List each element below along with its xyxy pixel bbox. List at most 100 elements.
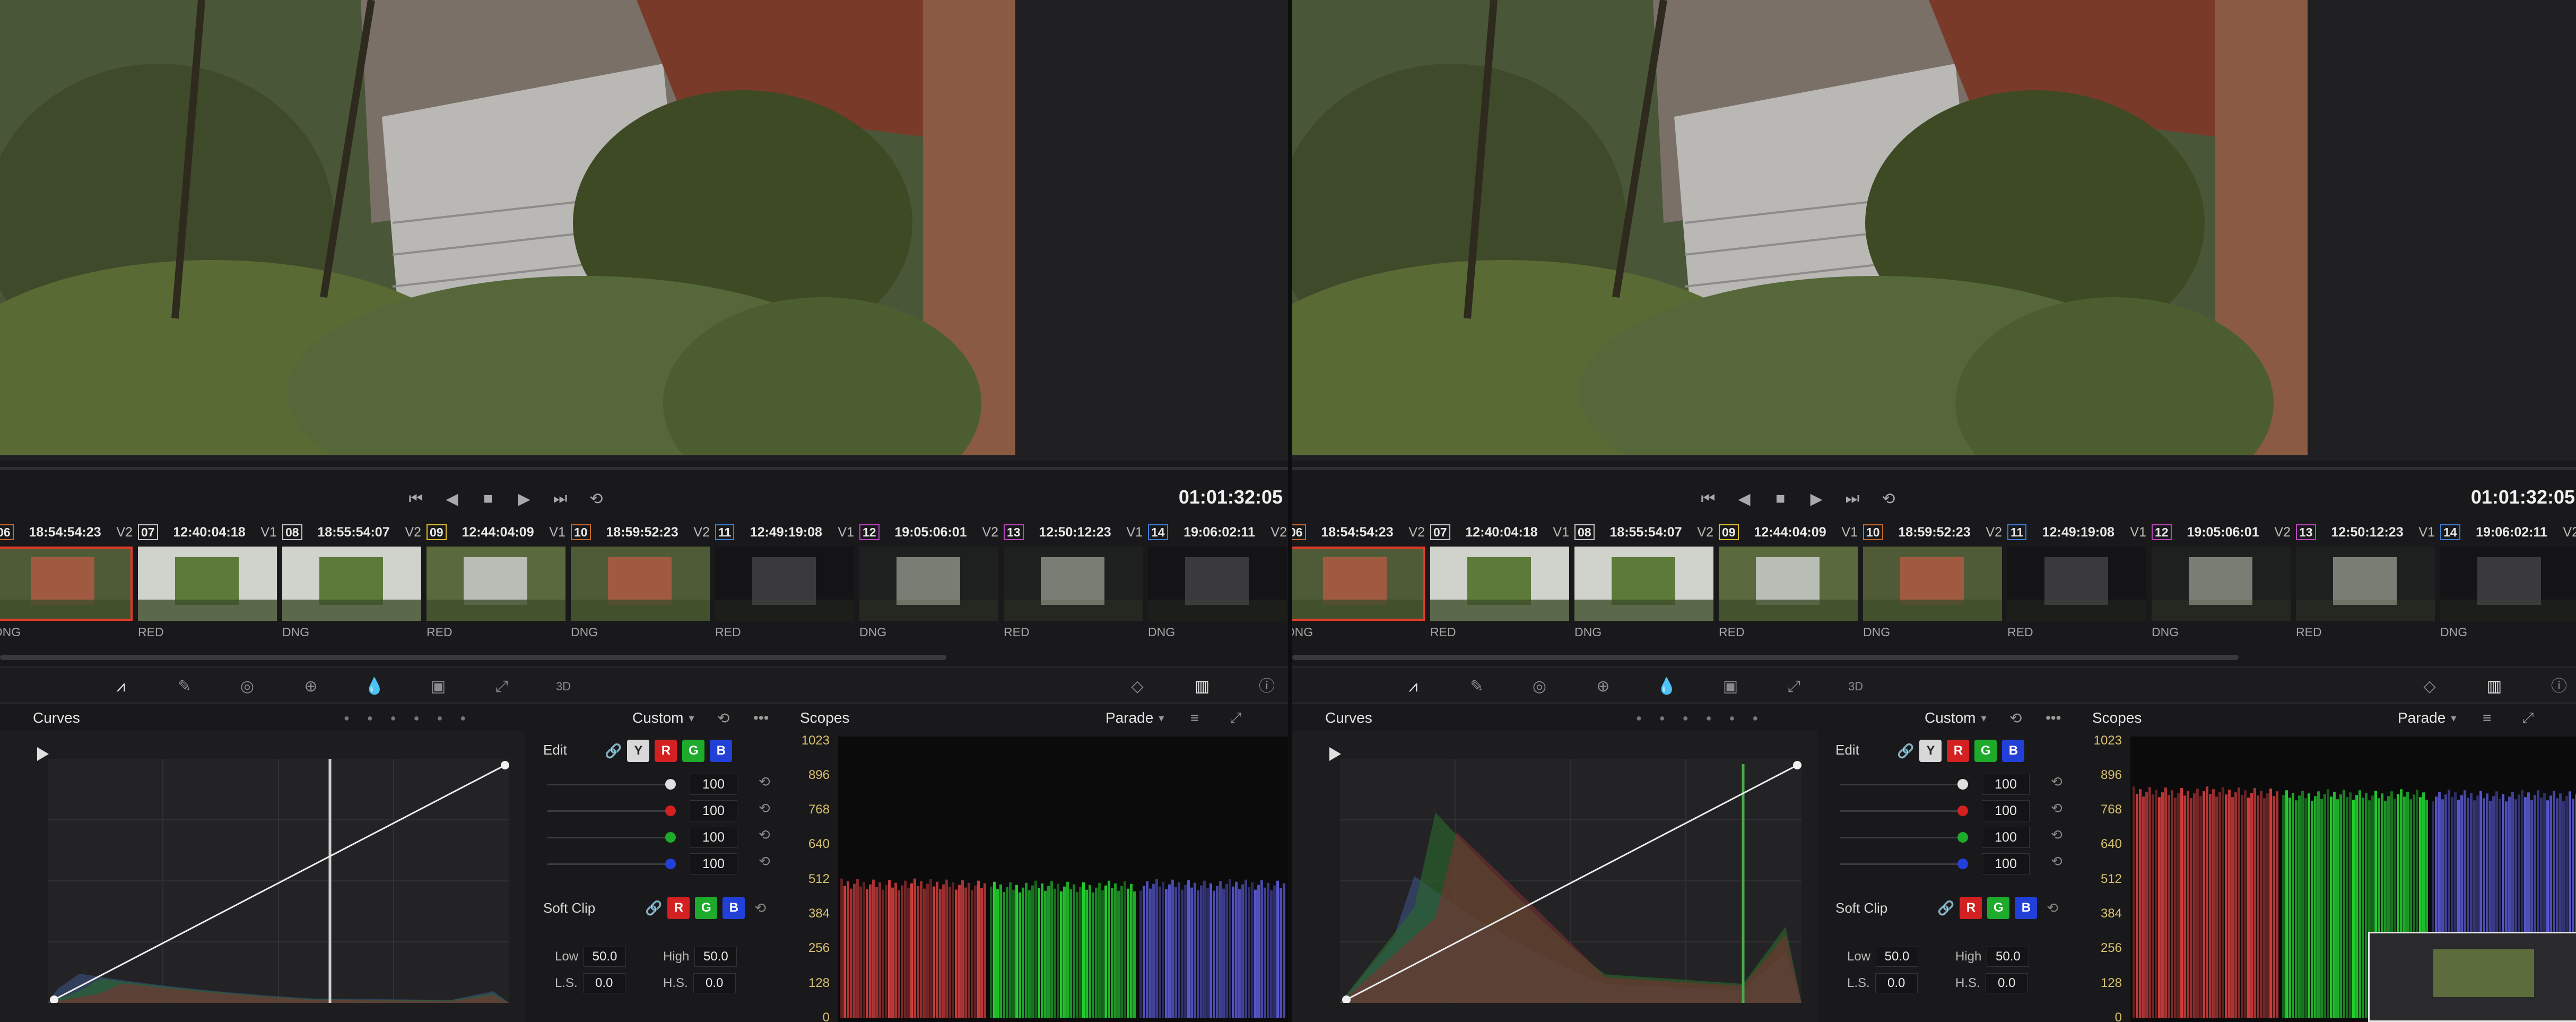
low-field[interactable]: 50.0 bbox=[584, 947, 626, 967]
intensity-r-slider[interactable]: 100 ⟲ bbox=[1840, 800, 2062, 821]
low-field[interactable]: 50.0 bbox=[1876, 947, 1919, 967]
scope-mode-dropdown[interactable]: Parade ▾ bbox=[2398, 705, 2456, 731]
intensity-r-value[interactable]: 100 bbox=[690, 800, 737, 821]
keyframes-icon[interactable]: ◇ bbox=[1126, 675, 1149, 698]
3d-icon[interactable]: 3D bbox=[552, 675, 575, 698]
sizing-icon[interactable]: ⤢ bbox=[490, 675, 514, 698]
stop-icon[interactable]: ■ bbox=[1768, 486, 1793, 512]
scope-settings-icon[interactable]: ≡ bbox=[2483, 705, 2491, 731]
soft-clip-g-toggle[interactable]: G bbox=[1987, 897, 2010, 919]
high-field[interactable]: 50.0 bbox=[694, 947, 737, 967]
high-soft-field[interactable]: 0.0 bbox=[1985, 973, 2028, 993]
reset-g-icon[interactable]: ⟲ bbox=[2051, 827, 2062, 843]
intensity-g-slider[interactable]: 100 ⟲ bbox=[1840, 827, 2062, 848]
high-field[interactable]: 50.0 bbox=[1987, 947, 2030, 967]
reset-icon[interactable]: ⟲ bbox=[2009, 705, 2022, 731]
curves-page-dots[interactable]: ● ● ● ● ● ● bbox=[1636, 705, 1765, 731]
channel-g-toggle[interactable]: G bbox=[682, 740, 705, 762]
stop-icon[interactable]: ■ bbox=[475, 486, 501, 512]
play-icon[interactable]: ▶ bbox=[511, 486, 537, 512]
intensity-b-value[interactable]: 100 bbox=[1982, 853, 2030, 874]
clip-thumbnail[interactable]: 06 18:54:54:23 V2 DNG bbox=[1292, 523, 1429, 664]
viewer-scrubber[interactable] bbox=[0, 467, 1288, 470]
scopes-icon[interactable]: ▥ bbox=[1190, 675, 1214, 698]
intensity-y-slider[interactable]: 100 ⟲ bbox=[1840, 774, 2062, 795]
reset-b-icon[interactable]: ⟲ bbox=[2051, 853, 2062, 870]
clip-thumbnail[interactable]: 11 12:49:19:08 V1 RED bbox=[715, 523, 858, 664]
loop-icon[interactable]: ⟲ bbox=[1876, 486, 1901, 512]
high-soft-field[interactable]: 0.0 bbox=[693, 973, 736, 993]
info-icon[interactable]: ⓘ bbox=[2547, 675, 2571, 698]
curve-white-point[interactable] bbox=[1793, 761, 1802, 769]
keyframes-icon[interactable]: ◇ bbox=[2418, 675, 2441, 698]
reset-r-icon[interactable]: ⟲ bbox=[759, 800, 770, 817]
soft-clip-r-toggle[interactable]: R bbox=[1960, 897, 1982, 919]
reset-y-icon[interactable]: ⟲ bbox=[759, 774, 770, 790]
tracker-icon[interactable]: ⊕ bbox=[1591, 675, 1615, 698]
go-to-start-icon[interactable]: ⏮ bbox=[403, 486, 429, 512]
intensity-y-slider[interactable]: 100 ⟲ bbox=[547, 774, 770, 795]
key-icon[interactable]: ▣ bbox=[1719, 675, 1742, 698]
soft-clip-b-toggle[interactable]: B bbox=[2015, 897, 2038, 919]
reset-b-icon[interactable]: ⟲ bbox=[759, 853, 770, 870]
soft-clip-link-icon[interactable]: 🔗 bbox=[1937, 900, 1954, 916]
reset-r-icon[interactable]: ⟲ bbox=[2051, 800, 2062, 817]
curves-page-dots[interactable]: ● ● ● ● ● ● bbox=[344, 705, 473, 731]
viewer[interactable] bbox=[1292, 0, 2576, 461]
blur-icon[interactable]: 💧 bbox=[1655, 675, 1678, 698]
clip-strip-scrollbar[interactable] bbox=[0, 655, 946, 660]
step-back-icon[interactable]: ◀ bbox=[1731, 486, 1757, 512]
reset-g-icon[interactable]: ⟲ bbox=[759, 827, 770, 843]
clip-thumbnail[interactable]: 14 19:06:02:11 V2 DNG bbox=[1148, 523, 1288, 664]
qualifier-eyedropper-icon[interactable]: ✎ bbox=[1465, 675, 1489, 698]
key-icon[interactable]: ▣ bbox=[427, 675, 450, 698]
link-channels-icon[interactable]: 🔗 bbox=[605, 743, 622, 759]
clip-strip-scrollbar[interactable] bbox=[1292, 655, 2239, 660]
qualifier-eyedropper-icon[interactable]: ✎ bbox=[173, 675, 196, 698]
go-to-end-icon[interactable]: ⏭ bbox=[547, 486, 573, 512]
intensity-g-value[interactable]: 100 bbox=[690, 827, 737, 848]
link-channels-icon[interactable]: 🔗 bbox=[1897, 743, 1914, 759]
curves-palette-icon[interactable]: ⩘ bbox=[109, 675, 133, 698]
intensity-y-value[interactable]: 100 bbox=[1982, 774, 2030, 795]
intensity-b-slider[interactable]: 100 ⟲ bbox=[1840, 853, 2062, 874]
clip-thumbnail[interactable]: 13 12:50:12:23 V1 RED bbox=[2296, 523, 2439, 664]
clip-thumbnail[interactable]: 08 18:55:54:07 V2 DNG bbox=[282, 523, 425, 664]
intensity-r-value[interactable]: 100 bbox=[1982, 800, 2030, 821]
clip-thumbnail[interactable]: 09 12:44:04:09 V1 RED bbox=[427, 523, 570, 664]
viewer[interactable] bbox=[0, 0, 1288, 461]
curve-white-point[interactable] bbox=[501, 761, 509, 769]
3d-icon[interactable]: 3D bbox=[1844, 675, 1867, 698]
channel-g-toggle[interactable]: G bbox=[1974, 740, 1997, 762]
play-icon[interactable]: ▶ bbox=[1804, 486, 1829, 512]
channel-r-toggle[interactable]: R bbox=[1947, 740, 1970, 762]
intensity-g-slider[interactable]: 100 ⟲ bbox=[547, 827, 770, 848]
go-to-start-icon[interactable]: ⏮ bbox=[1695, 486, 1721, 512]
reset-y-icon[interactable]: ⟲ bbox=[2051, 774, 2062, 790]
preview-thumbnail-window[interactable] bbox=[2368, 932, 2576, 1022]
low-soft-field[interactable]: 0.0 bbox=[582, 973, 625, 993]
curves-preset-dropdown[interactable]: Custom ▾ bbox=[1925, 705, 1987, 731]
clip-thumbnail[interactable]: 10 18:59:52:23 V2 DNG bbox=[1863, 523, 2006, 664]
low-soft-field[interactable]: 0.0 bbox=[1875, 973, 1918, 993]
soft-clip-link-icon[interactable]: 🔗 bbox=[645, 900, 662, 916]
reset-icon[interactable]: ⟲ bbox=[717, 705, 729, 731]
clip-thumbnail[interactable]: 09 12:44:04:09 V1 RED bbox=[1719, 523, 1862, 664]
go-to-end-icon[interactable]: ⏭ bbox=[1840, 486, 1865, 512]
soft-clip-reset-icon[interactable]: ⟲ bbox=[2047, 900, 2058, 916]
window-icon[interactable]: ◎ bbox=[1528, 675, 1551, 698]
clip-thumbnail[interactable]: 06 18:54:54:23 V2 DNG bbox=[0, 523, 137, 664]
info-icon[interactable]: ⓘ bbox=[1255, 675, 1278, 698]
intensity-y-value[interactable]: 100 bbox=[690, 774, 737, 795]
options-menu-icon[interactable]: ••• bbox=[2046, 705, 2061, 731]
options-menu-icon[interactable]: ••• bbox=[753, 705, 769, 731]
intensity-g-value[interactable]: 100 bbox=[1982, 827, 2030, 848]
expand-scope-icon[interactable]: ⤢ bbox=[2522, 705, 2534, 731]
scopes-icon[interactable]: ▥ bbox=[2483, 675, 2506, 698]
channel-y-toggle[interactable]: Y bbox=[627, 740, 650, 762]
clip-thumbnail[interactable]: 13 12:50:12:23 V1 RED bbox=[1004, 523, 1147, 664]
clip-thumbnail[interactable]: 07 12:40:04:18 V1 RED bbox=[138, 523, 281, 664]
clip-thumbnail[interactable]: 07 12:40:04:18 V1 RED bbox=[1430, 523, 1573, 664]
intensity-b-slider[interactable]: 100 ⟲ bbox=[547, 853, 770, 874]
curves-graph[interactable] bbox=[1340, 759, 1802, 1004]
